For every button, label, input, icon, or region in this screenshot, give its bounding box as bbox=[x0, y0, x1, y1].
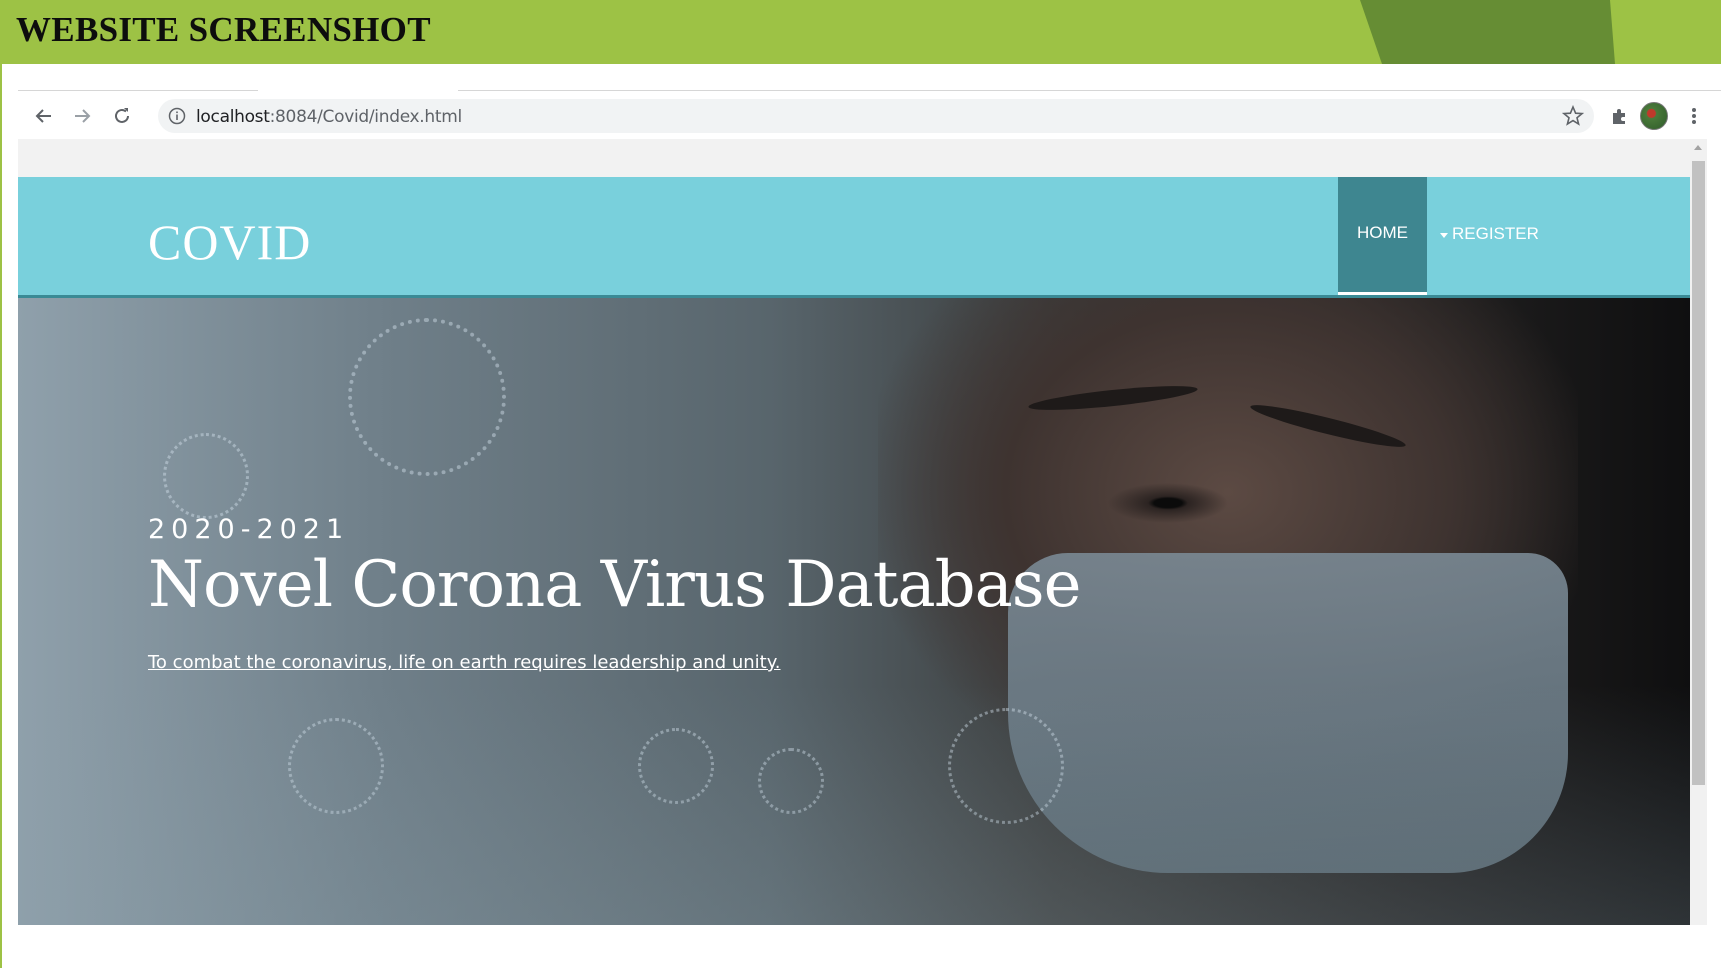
page-scrollbar[interactable] bbox=[1690, 139, 1707, 925]
hero-tagline-link[interactable]: To combat the coronavirus, life on earth… bbox=[148, 652, 781, 673]
browser-toolbar: localhost:8084/Covid/index.html bbox=[18, 94, 1721, 138]
hero-overlay bbox=[18, 685, 1690, 925]
hero-image-detail bbox=[1108, 483, 1228, 523]
more-menu-button[interactable] bbox=[1680, 102, 1708, 130]
url-text[interactable]: localhost:8084/Covid/index.html bbox=[196, 107, 462, 127]
site-navbar: COVID HOME REGISTER bbox=[18, 177, 1690, 298]
slide-left-rule bbox=[0, 64, 2, 968]
extensions-icon bbox=[1613, 109, 1625, 124]
url-host: localhost bbox=[196, 107, 270, 127]
scroll-up-arrow-icon[interactable] bbox=[1694, 145, 1702, 150]
browser-window: localhost:8084/Covid/index.html COVID HO… bbox=[18, 90, 1721, 925]
reload-button[interactable] bbox=[108, 102, 136, 130]
url-path: :8084/Covid/index.html bbox=[269, 107, 463, 127]
profile-button[interactable] bbox=[1640, 102, 1668, 130]
profile-avatar bbox=[1640, 102, 1668, 130]
star-icon[interactable] bbox=[1562, 105, 1584, 127]
back-button[interactable] bbox=[30, 102, 58, 130]
hero-banner: 2020-2021 Novel Corona Virus Database To… bbox=[18, 298, 1690, 925]
slide-header: WEBSITE SCREENSHOT bbox=[0, 0, 1721, 64]
info-icon[interactable] bbox=[168, 107, 186, 125]
back-arrow-icon bbox=[35, 109, 51, 123]
nav-register-label: REGISTER bbox=[1452, 224, 1539, 243]
forward-arrow-icon bbox=[75, 109, 91, 123]
header-decoration bbox=[1360, 0, 1615, 64]
forward-button[interactable] bbox=[68, 102, 96, 130]
virus-graphic bbox=[163, 433, 249, 519]
virus-graphic bbox=[348, 318, 506, 476]
page-viewport: COVID HOME REGISTER 2020-2021 Novel Coro… bbox=[18, 139, 1690, 925]
slide-title: WEBSITE SCREENSHOT bbox=[16, 10, 431, 49]
hero-headline: Novel Corona Virus Database bbox=[148, 548, 1081, 622]
nav-register-dropdown[interactable]: REGISTER bbox=[1440, 177, 1539, 295]
scrollbar-thumb[interactable] bbox=[1692, 161, 1705, 785]
address-bar[interactable]: localhost:8084/Covid/index.html bbox=[158, 99, 1594, 133]
reload-icon bbox=[115, 108, 129, 123]
site-brand[interactable]: COVID bbox=[148, 213, 311, 271]
more-menu-icon bbox=[1692, 108, 1696, 124]
caret-down-icon bbox=[1440, 232, 1448, 238]
extensions-button[interactable] bbox=[1606, 102, 1634, 130]
nav-home[interactable]: HOME bbox=[1338, 177, 1427, 295]
hero-kicker: 2020-2021 bbox=[148, 514, 350, 545]
